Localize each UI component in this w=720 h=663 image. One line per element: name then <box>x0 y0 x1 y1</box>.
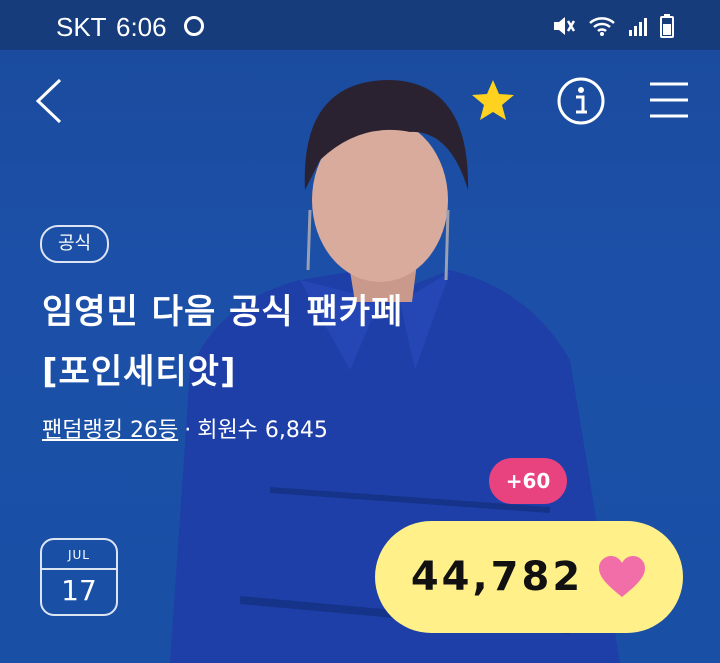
heart-counter-button[interactable]: 44,782 <box>375 521 683 633</box>
heart-count: 44,782 <box>410 554 584 600</box>
back-icon[interactable] <box>34 78 64 124</box>
heart-increment-badge: +60 <box>489 458 567 504</box>
fancafe-screen: SKT 6:06 공식 임영민 다음 공식 팬카페 [포인세티앗] 팬덤랭킹 2… <box>0 0 720 663</box>
mute-icon <box>554 17 576 35</box>
member-count: 회원수 6,845 <box>197 418 328 443</box>
carrier-label: SKT <box>56 12 107 42</box>
info-icon[interactable] <box>556 76 606 126</box>
heart-icon <box>599 556 646 597</box>
fandom-ranking-link[interactable]: 팬덤랭킹 26등 <box>42 418 178 443</box>
notification-icon <box>184 16 204 36</box>
wifi-icon <box>589 17 615 36</box>
battery-icon <box>660 14 674 38</box>
date-divider <box>42 568 116 570</box>
clock: 6:06 <box>116 12 167 42</box>
cafe-meta: 팬덤랭킹 26등 · 회원수 6,845 <box>42 412 328 444</box>
date-day: 17 <box>61 574 97 607</box>
signal-icon <box>629 18 647 36</box>
status-icons <box>552 14 674 38</box>
date-month: JUL <box>67 548 90 562</box>
menu-icon[interactable] <box>648 80 690 120</box>
star-icon[interactable] <box>470 78 516 122</box>
date-calendar[interactable]: JUL 17 <box>40 538 118 616</box>
meta-separator: · <box>184 418 192 443</box>
cafe-title: 임영민 다음 공식 팬카페 [포인세티앗] <box>42 292 404 392</box>
official-badge: 공식 <box>40 225 110 263</box>
